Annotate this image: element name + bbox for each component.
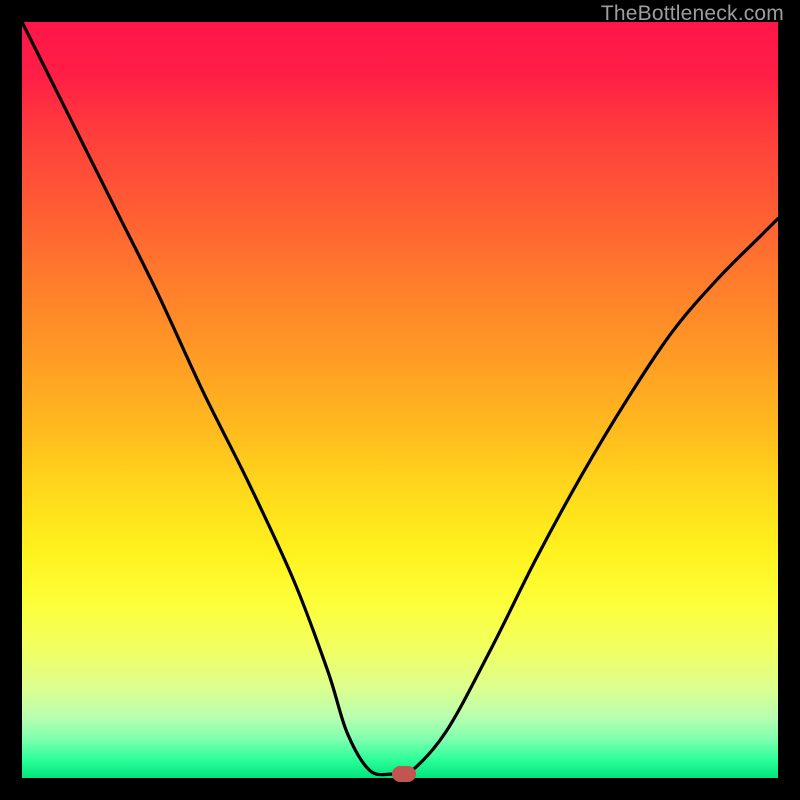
bottleneck-curve	[22, 22, 778, 778]
chart-stage: TheBottleneck.com	[0, 0, 800, 800]
chart-plot-area	[22, 22, 778, 778]
bottleneck-marker	[392, 766, 416, 782]
